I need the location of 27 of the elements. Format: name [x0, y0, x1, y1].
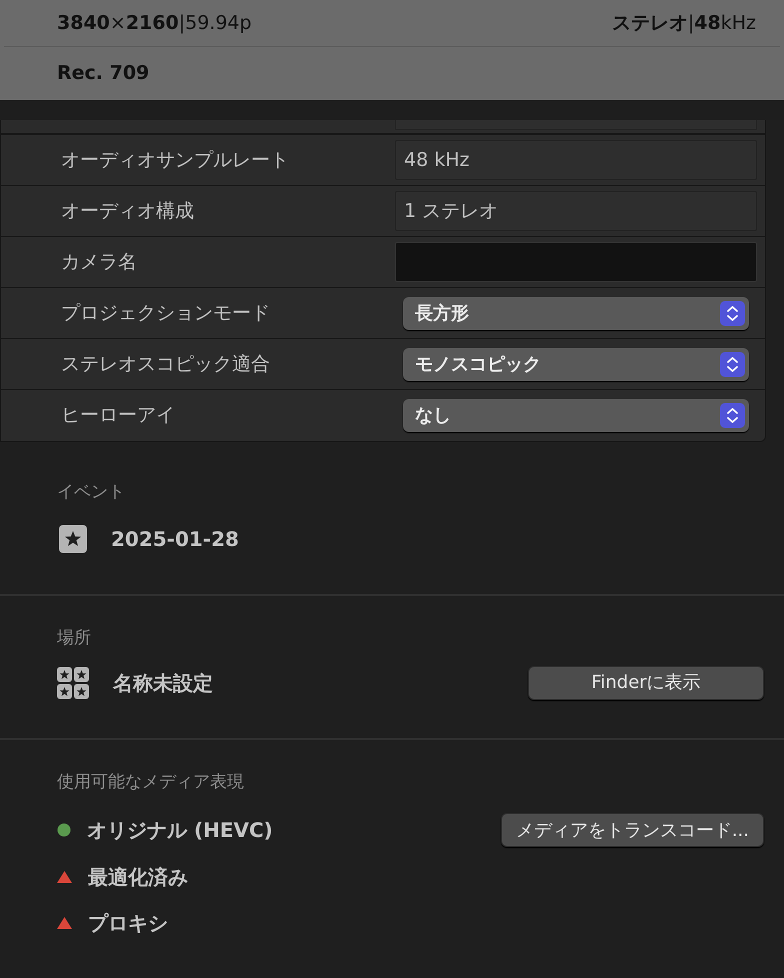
- section-heading: 場所: [56, 627, 92, 650]
- section-heading: 使用可能なメディア表現: [56, 771, 245, 794]
- stepper-icon: [720, 403, 745, 428]
- property-label: カメラ名: [61, 250, 138, 275]
- media-label: オリジナル (HEVC): [87, 817, 273, 844]
- property-label: ヒーローアイ: [61, 403, 176, 428]
- media-label: 最適化済み: [88, 864, 188, 890]
- video-format: 3840×2160|59.94p: [57, 10, 252, 36]
- popup-button[interactable]: 長方形: [403, 296, 749, 330]
- audio-format: ステレオ|48kHz: [612, 10, 756, 36]
- input-field[interactable]: [395, 242, 757, 282]
- stepper-icon: [720, 352, 745, 376]
- popup-button[interactable]: モノスコピック: [403, 348, 749, 380]
- media-label: プロキシ: [88, 910, 168, 936]
- section-heading: イベント: [56, 481, 126, 504]
- property-label: オーディオ構成: [61, 198, 195, 224]
- transcode-media-button[interactable]: メディアをトランスコード...: [500, 813, 764, 847]
- library-icon: [57, 666, 89, 698]
- property-label: プロジェクションモード: [61, 300, 271, 326]
- reveal-in-finder-button[interactable]: Finderに表示: [528, 666, 764, 700]
- event-name: 2025-01-28: [111, 526, 239, 552]
- stepper-icon: [720, 300, 745, 326]
- property-label: ステレオスコピック適合: [61, 352, 271, 377]
- color-space: Rec. 709: [57, 61, 150, 86]
- popup-button[interactable]: なし: [403, 399, 749, 432]
- library-name: 名称未設定: [113, 670, 213, 696]
- property-label: オーディオサンプルレート: [61, 148, 290, 173]
